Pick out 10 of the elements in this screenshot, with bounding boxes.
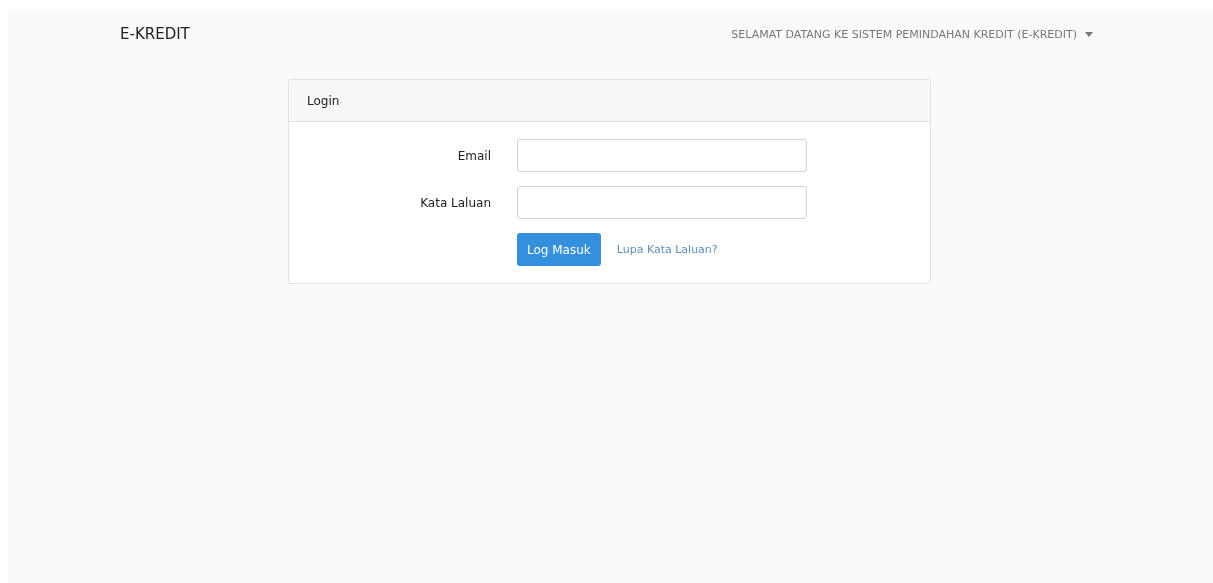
brand-name[interactable]: E-KREDIT: [120, 25, 190, 43]
user-menu[interactable]: SELAMAT DATANG KE SISTEM PEMINDAHAN KREDIT (E-KREDIT): [731, 27, 1077, 41]
field-label: Kata Laluan: [419, 195, 491, 210]
caret-icon[interactable]: [1085, 31, 1093, 37]
card-title: Login: [307, 93, 340, 108]
input-field[interactable]: [517, 186, 807, 219]
forgot-password-link[interactable]: Lupa Kata Laluan?: [616, 243, 718, 256]
field-label: Email: [456, 148, 491, 163]
login-button[interactable]: Log Masuk: [517, 233, 601, 266]
input-field[interactable]: [517, 139, 807, 172]
